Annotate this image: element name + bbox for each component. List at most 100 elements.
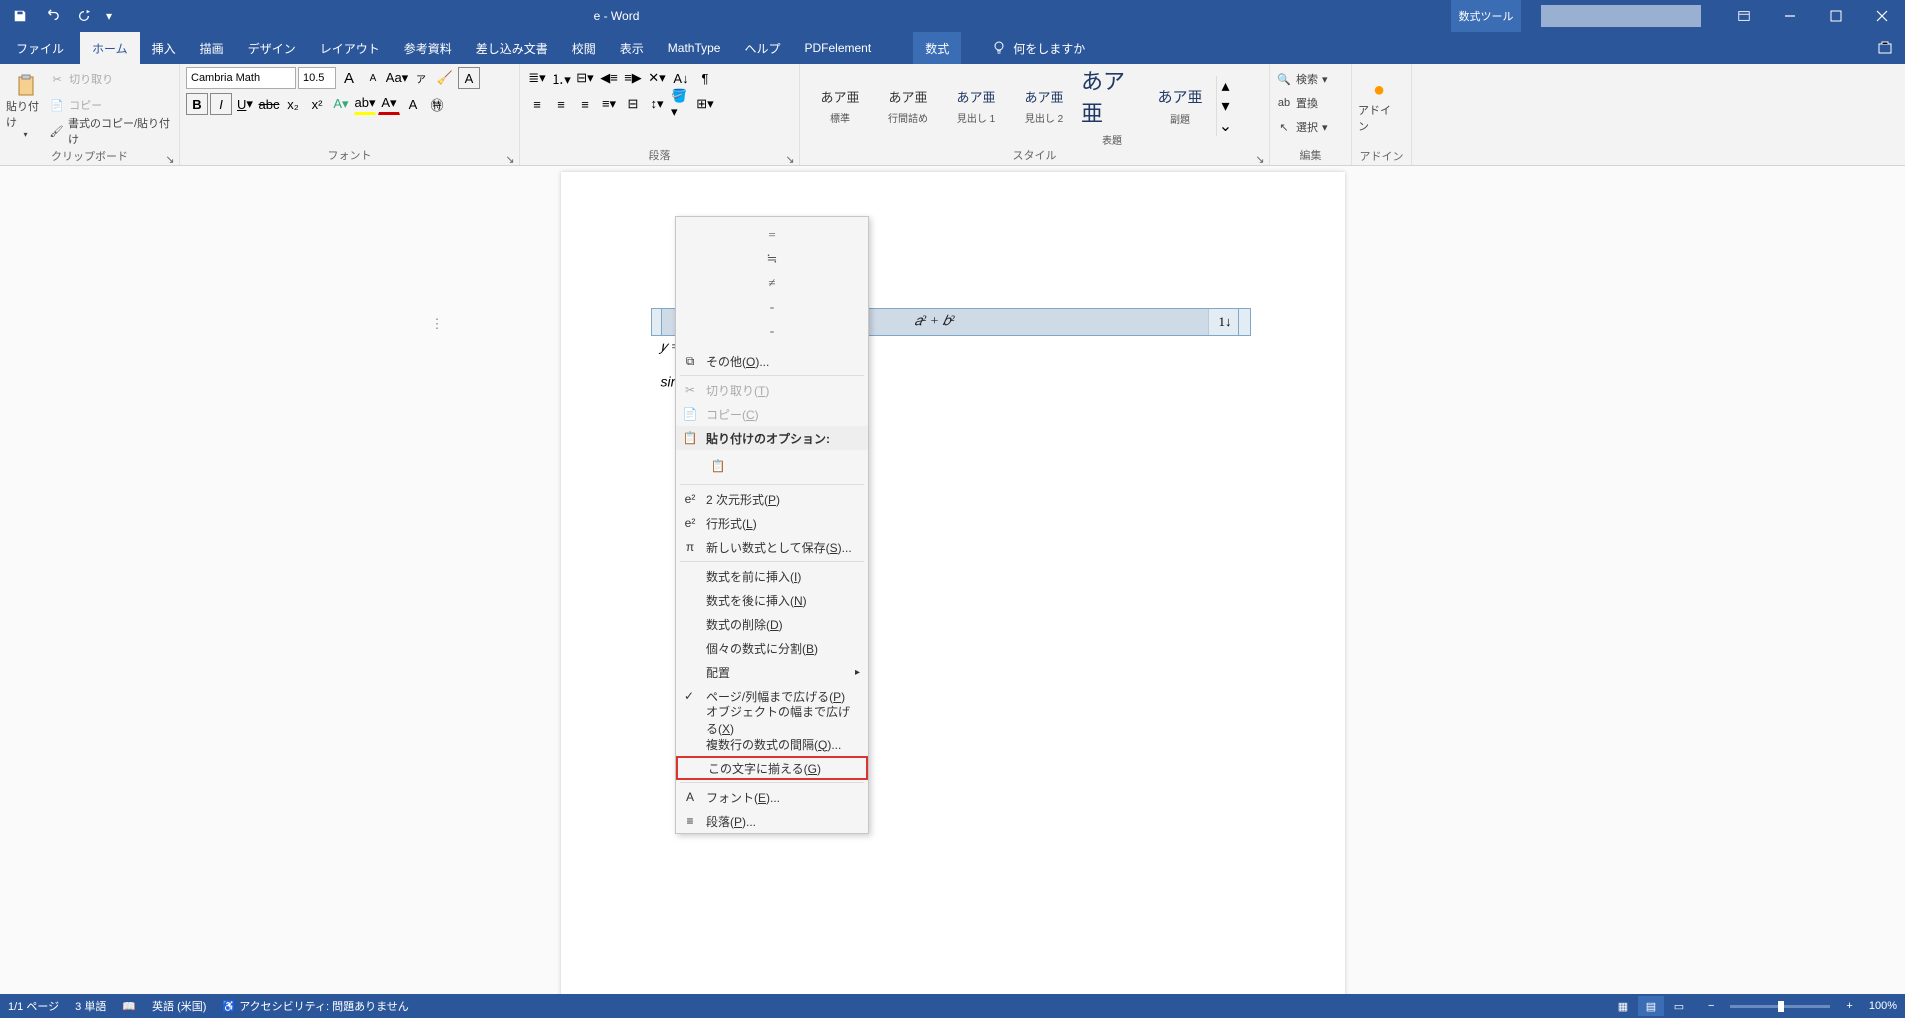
sb-page[interactable]: 1/1 ページ: [8, 998, 59, 1014]
sb-language[interactable]: 英語 (米国): [152, 998, 206, 1014]
tab-file[interactable]: ファイル: [0, 32, 80, 64]
sb-view-read[interactable]: ▦: [1610, 996, 1636, 1016]
style-title[interactable]: あア亜表題: [1080, 76, 1144, 136]
font-launcher[interactable]: ↘: [505, 153, 515, 163]
redo-button[interactable]: [70, 2, 98, 30]
cm-other[interactable]: ⧉その他(O)...: [676, 349, 868, 373]
sb-spell-icon[interactable]: 📖: [122, 1000, 136, 1013]
qat-customize-button[interactable]: ▾: [102, 2, 116, 30]
sb-accessibility[interactable]: ♿ アクセシビリティ: 問題ありません: [222, 998, 408, 1014]
style-no-spacing[interactable]: あア亜行間詰め: [876, 76, 940, 136]
sb-zoom-in[interactable]: +: [1846, 1000, 1852, 1012]
sb-view-print[interactable]: ▤: [1638, 996, 1664, 1016]
enclose-characters-button[interactable]: A: [458, 67, 480, 89]
addin-button[interactable]: ●アドイン: [1358, 67, 1400, 145]
ribbon-display-options-button[interactable]: [1721, 0, 1767, 32]
align-center-button[interactable]: ≡: [550, 93, 572, 115]
cm-multiline-spacing[interactable]: 複数行の数式の間隔(Q)...: [676, 732, 868, 756]
sb-zoom-out[interactable]: −: [1708, 1000, 1714, 1012]
subscript-button[interactable]: x₂: [282, 93, 304, 115]
undo-button[interactable]: [38, 2, 66, 30]
save-button[interactable]: [6, 2, 34, 30]
style-normal[interactable]: あア亜標準: [808, 76, 872, 136]
cm-insert-before[interactable]: 数式を前に挿入(I): [676, 564, 868, 588]
style-heading1[interactable]: あア亜見出し 1: [944, 76, 1008, 136]
line-spacing-button[interactable]: ↕▾: [646, 93, 668, 115]
cm-symbol-minus1[interactable]: -: [676, 295, 868, 319]
highlight-button[interactable]: ab▾: [354, 93, 376, 115]
clear-formatting-button[interactable]: 🧹: [434, 67, 456, 89]
decrease-indent-button[interactable]: ◀≡: [598, 67, 620, 89]
cm-linear[interactable]: e²行形式(L): [676, 511, 868, 535]
cut-button[interactable]: ✂切り取り: [49, 67, 173, 91]
equation-options-handle[interactable]: [652, 309, 662, 335]
cm-symbol-eq[interactable]: =: [676, 223, 868, 247]
cm-extend-object[interactable]: オブジェクトの幅まで広げる(X): [676, 708, 868, 732]
close-button[interactable]: [1859, 0, 1905, 32]
bold-button[interactable]: B: [186, 93, 208, 115]
tab-design[interactable]: デザイン: [236, 32, 308, 64]
select-button[interactable]: ↖選択 ▾: [1276, 115, 1336, 139]
asian-layout-button[interactable]: ✕▾: [646, 67, 668, 89]
styles-launcher[interactable]: ↘: [1255, 153, 1265, 163]
sb-zoom-level[interactable]: 100%: [1869, 1000, 1897, 1012]
paste-button[interactable]: 貼り付け ▾: [6, 67, 45, 145]
sb-view-web[interactable]: ▭: [1666, 996, 1692, 1016]
equation-resize-handle[interactable]: [1238, 309, 1250, 335]
multilevel-list-button[interactable]: ⊟▾: [574, 67, 596, 89]
cm-insert-after[interactable]: 数式を後に挿入(N): [676, 588, 868, 612]
tab-references[interactable]: 参考資料: [392, 32, 464, 64]
font-name-combo[interactable]: Cambria Math: [186, 67, 296, 89]
sb-words[interactable]: 3 単語: [75, 998, 106, 1014]
bullets-button[interactable]: ≣▾: [526, 67, 548, 89]
minimize-button[interactable]: [1767, 0, 1813, 32]
format-painter-button[interactable]: 🖌書式のコピー/貼り付け: [49, 119, 173, 143]
character-shading-button[interactable]: A: [402, 93, 424, 115]
text-effects-button[interactable]: A▾: [330, 93, 352, 115]
underline-button[interactable]: U▾: [234, 93, 256, 115]
tab-help[interactable]: ヘルプ: [732, 32, 792, 64]
tab-pdfelement[interactable]: PDFelement: [793, 32, 884, 64]
styles-gallery-more[interactable]: ▴▾⌄: [1216, 76, 1234, 136]
tab-view[interactable]: 表示: [608, 32, 656, 64]
cm-symbol-neq[interactable]: ≠: [676, 271, 868, 295]
user-account-area[interactable]: [1541, 5, 1701, 27]
cm-align-to-char[interactable]: この文字に揃える(G): [676, 756, 868, 780]
borders-button[interactable]: ⊞▾: [694, 93, 716, 115]
font-size-combo[interactable]: 10.5: [298, 67, 336, 89]
tab-mathtype[interactable]: MathType: [656, 32, 733, 64]
tab-layout[interactable]: レイアウト: [308, 32, 392, 64]
tab-draw[interactable]: 描画: [188, 32, 236, 64]
justify-button[interactable]: ≡▾: [598, 93, 620, 115]
style-heading2[interactable]: あア亜見出し 2: [1012, 76, 1076, 136]
distributed-button[interactable]: ⊟: [622, 93, 644, 115]
numbering-button[interactable]: ⒈▾: [550, 67, 572, 89]
shading-button[interactable]: 🪣▾: [670, 93, 692, 115]
superscript-button[interactable]: x²: [306, 93, 328, 115]
copy-button[interactable]: 📄コピー: [49, 93, 173, 117]
cm-delete[interactable]: 数式の削除(D): [676, 612, 868, 636]
replace-button[interactable]: ab置換: [1276, 91, 1336, 115]
paragraph-launcher[interactable]: ↘: [785, 153, 795, 163]
tell-me-search[interactable]: 何をしますか: [991, 32, 1085, 64]
tab-home[interactable]: ホーム: [80, 32, 140, 64]
find-button[interactable]: 🔍検索 ▾: [1276, 67, 1336, 91]
grow-font-button[interactable]: A: [338, 67, 360, 89]
sort-button[interactable]: A↓: [670, 67, 692, 89]
tab-equation[interactable]: 数式: [913, 32, 961, 64]
cm-symbol-approx[interactable]: ≒: [676, 247, 868, 271]
tab-mailings[interactable]: 差し込み文書: [464, 32, 560, 64]
strikethrough-button[interactable]: abc: [258, 93, 280, 115]
clipboard-launcher[interactable]: ↘: [165, 153, 175, 163]
enclose-button[interactable]: ㊕: [426, 93, 448, 115]
sb-zoom-slider[interactable]: [1730, 1005, 1830, 1008]
phonetic-guide-button[interactable]: ア: [410, 67, 432, 89]
style-subtitle[interactable]: あア亜副題: [1148, 76, 1212, 136]
cm-professional[interactable]: e²2 次元形式(P): [676, 487, 868, 511]
maximize-button[interactable]: [1813, 0, 1859, 32]
shrink-font-button[interactable]: A: [362, 67, 384, 89]
change-case-button[interactable]: Aa▾: [386, 67, 408, 89]
cm-symbol-minus2[interactable]: -: [676, 319, 868, 343]
italic-button[interactable]: I: [210, 93, 232, 115]
cm-paragraph[interactable]: ≡段落(P)...: [676, 809, 868, 833]
